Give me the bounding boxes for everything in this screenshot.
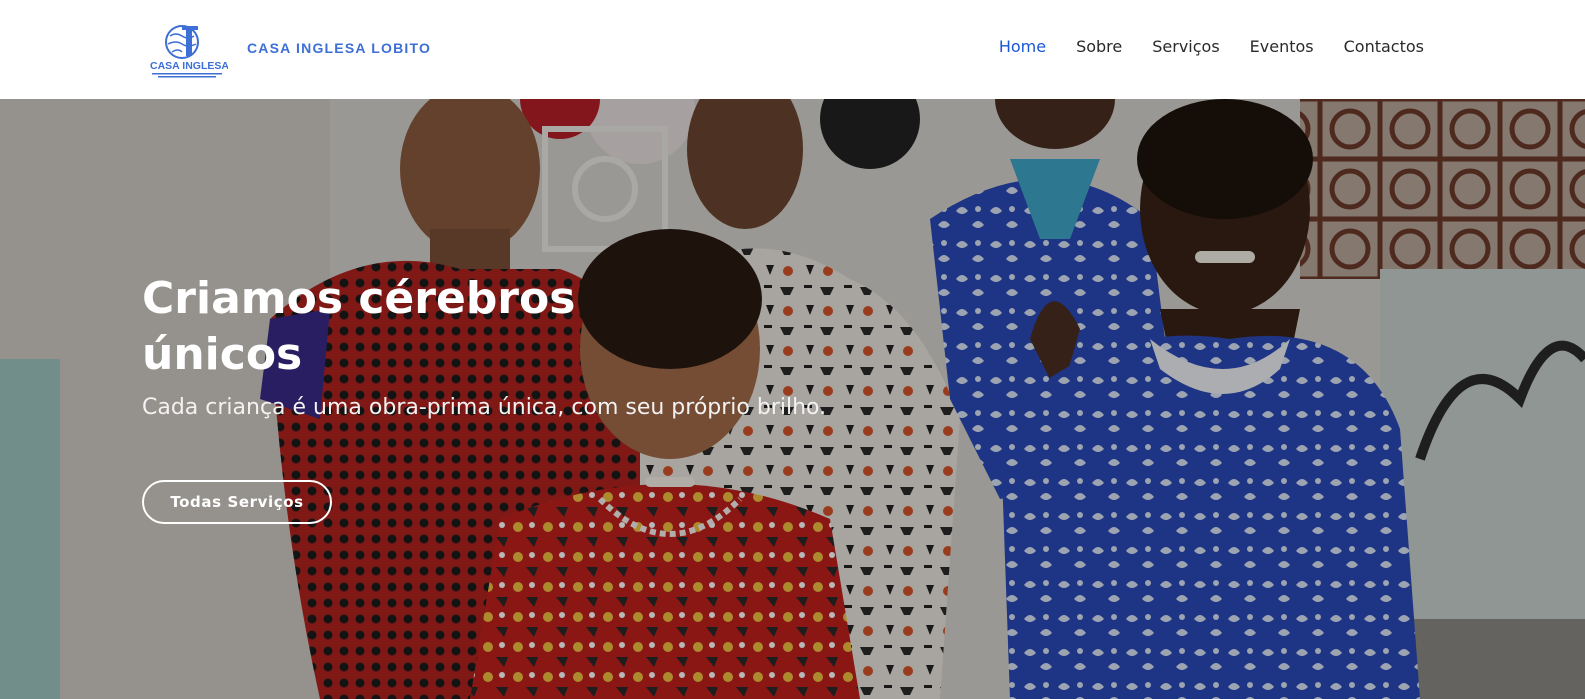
hero-subtitle: Cada criança é uma obra-prima única, com… [142,395,827,420]
svg-text:CASA INGLESA: CASA INGLESA [150,60,228,72]
all-services-button[interactable]: Todas Serviços [142,480,332,524]
casa-inglesa-logo-icon[interactable]: CASA INGLESA [148,22,229,80]
nav-item-servicos[interactable]: Serviços [1152,37,1219,56]
nav-item-home[interactable]: Home [999,37,1046,56]
site-header: CASA INGLESA CASA INGLESA LOBITO Home So… [0,0,1585,99]
main-nav: Home Sobre Serviços Eventos Contactos [999,37,1424,56]
nav-item-eventos[interactable]: Eventos [1250,37,1314,56]
nav-item-contactos[interactable]: Contactos [1344,37,1424,56]
brand-name[interactable]: CASA INGLESA LOBITO [247,40,431,56]
hero-section: Criamos cérebros únicos Cada criança é u… [0,99,1585,699]
hero-title: Criamos cérebros únicos [142,273,576,380]
nav-item-sobre[interactable]: Sobre [1076,37,1122,56]
